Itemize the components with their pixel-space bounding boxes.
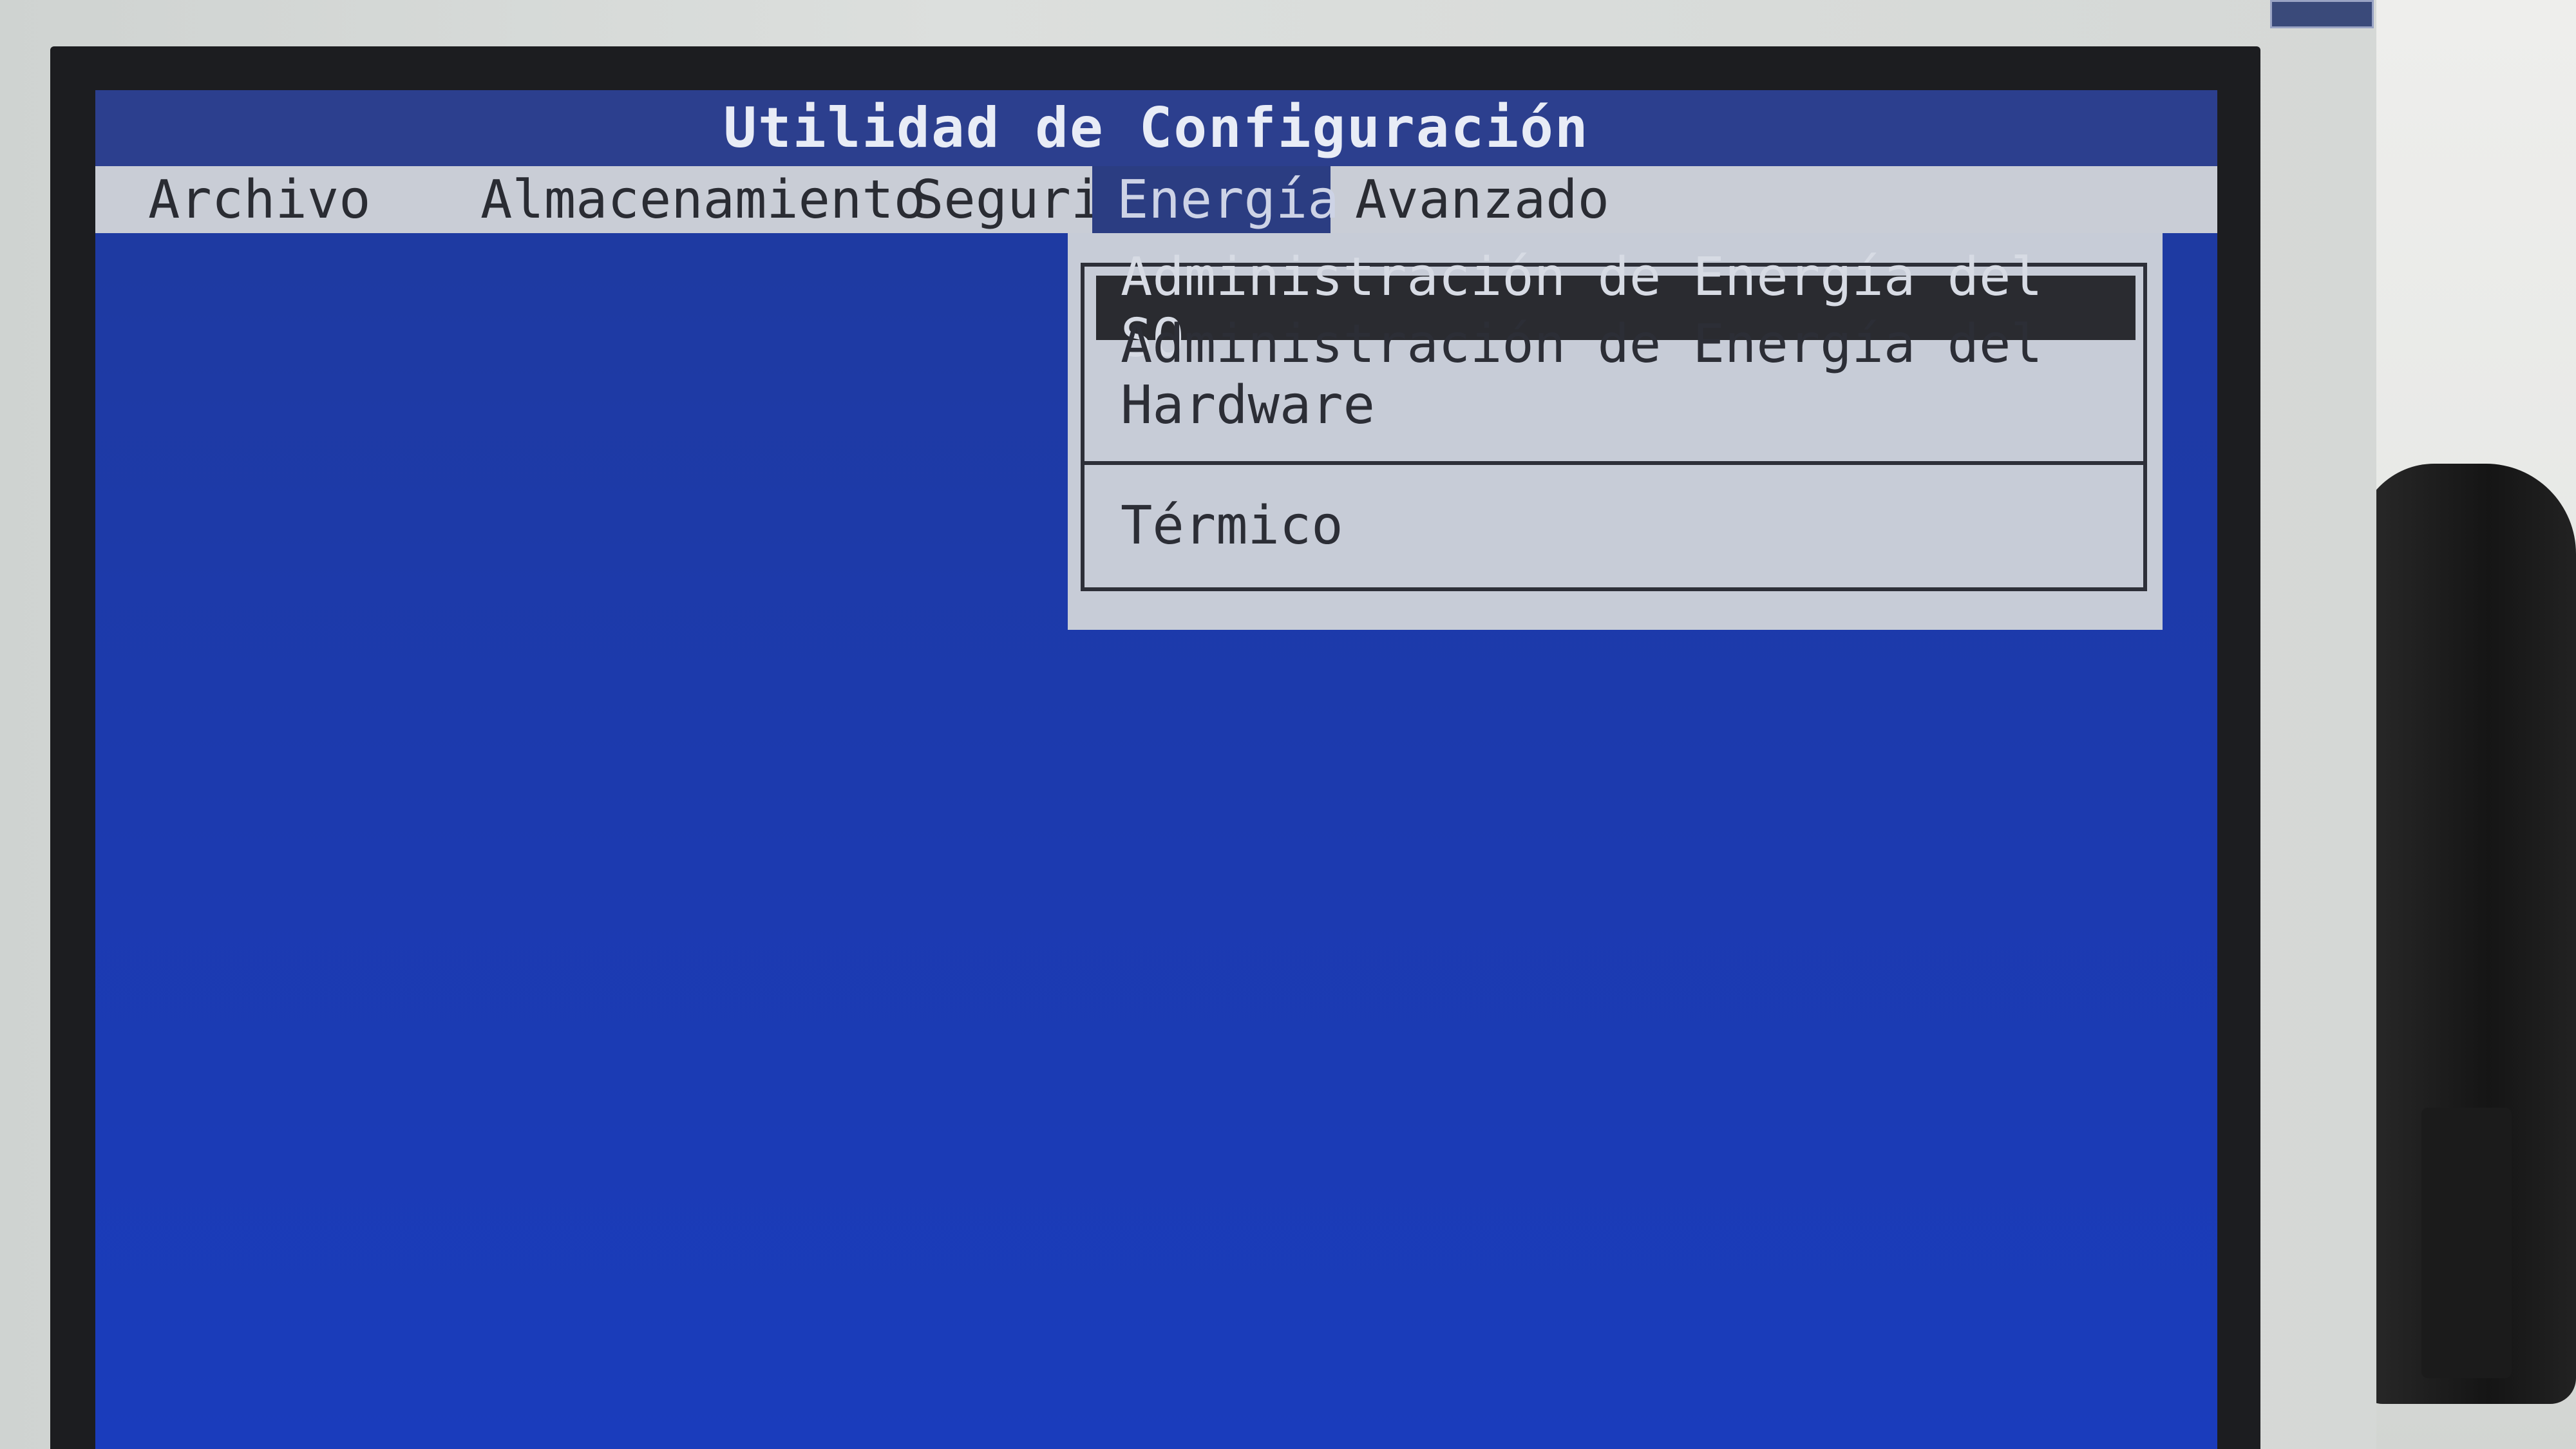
menu-archivo[interactable]: Archivo	[124, 166, 395, 233]
dropdown-item-thermal[interactable]: Térmico	[1096, 493, 2136, 558]
menu-bar: Archivo Almacenamiento Seguridad Energía…	[95, 166, 2217, 233]
monitor-sticker	[2270, 0, 2374, 28]
dropdown-frame: Administración de Energía del SO Adminis…	[1081, 247, 2147, 591]
bios-screen: Utilidad de Configuración Archivo Almace…	[95, 90, 2217, 1449]
background-chair-base	[2421, 1108, 2512, 1378]
dropdown-item-hardware-power[interactable]: Administración de Energía del Hardware	[1096, 314, 2136, 436]
page-title: Utilidad de Configuración	[723, 96, 1589, 160]
dropdown-separator	[1084, 461, 2143, 465]
title-bar: Utilidad de Configuración	[95, 90, 2217, 166]
menu-almacenamiento[interactable]: Almacenamiento	[456, 166, 950, 233]
energia-dropdown-menu: Administración de Energía del SO Adminis…	[1068, 233, 2163, 630]
menu-energia[interactable]: Energía	[1092, 166, 1340, 233]
menu-avanzado[interactable]: Avanzado	[1331, 166, 1634, 233]
